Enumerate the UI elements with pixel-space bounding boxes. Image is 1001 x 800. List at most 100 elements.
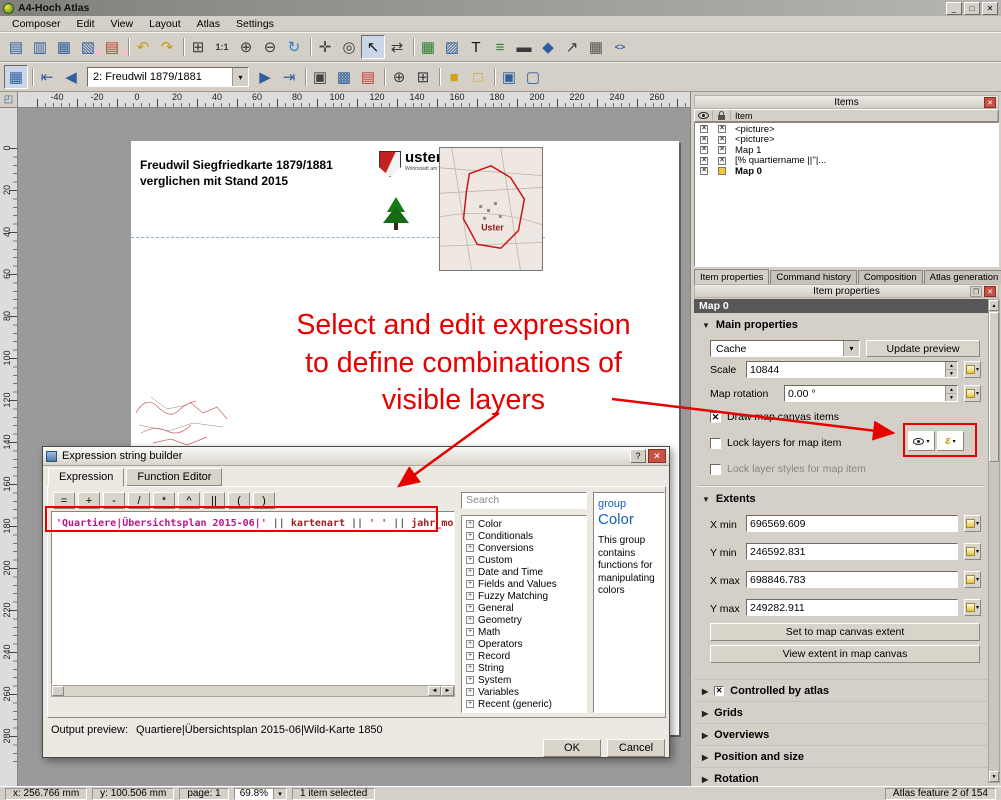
export-atlas-image-icon[interactable]: ▩ [332, 65, 356, 89]
close-button[interactable]: ✕ [982, 2, 998, 15]
section-position-size[interactable]: Position and size [694, 745, 988, 767]
scroll-left-icon[interactable] [428, 686, 441, 696]
function-group-item[interactable]: Variables [462, 686, 586, 698]
section-rotation[interactable]: Rotation [694, 767, 988, 783]
main-properties-section-header[interactable]: ▼ Main properties [702, 319, 798, 331]
operator-button[interactable]: - [103, 492, 125, 509]
add-arrow-icon[interactable]: ↗ [560, 35, 584, 59]
menu-view[interactable]: View [103, 17, 142, 31]
items-panel-header[interactable]: Items ✕ [694, 95, 999, 109]
new-composition-icon[interactable]: ▥ [28, 35, 52, 59]
select-move-item-icon[interactable]: ↖ [361, 35, 385, 59]
add-legend-icon[interactable]: ≡ [488, 35, 512, 59]
expand-icon[interactable] [466, 556, 474, 564]
duplicate-composition-icon[interactable]: ▦ [52, 35, 76, 59]
menu-composer[interactable]: Composer [4, 17, 68, 31]
function-group-item[interactable]: General [462, 602, 586, 614]
extent-field-input[interactable]: 249282.911 [746, 599, 958, 616]
scroll-right-icon[interactable] [441, 686, 454, 696]
expand-icon[interactable] [466, 688, 474, 696]
export-as-pdf-icon[interactable]: ▤ [100, 35, 124, 59]
visibility-checkbox[interactable]: ✕ [700, 167, 708, 175]
zoom-tool-icon[interactable]: ◎ [337, 35, 361, 59]
view-extent-button[interactable]: View extent in map canvas [710, 645, 980, 663]
maximize-button[interactable]: □ [964, 2, 980, 15]
expand-icon[interactable] [466, 604, 474, 612]
cache-mode-combo[interactable]: Cache [710, 340, 860, 357]
chevron-down-icon[interactable] [273, 789, 286, 799]
expression-editor[interactable]: 'Quartiere|Übersichtsplan 2015-06|' || k… [51, 511, 455, 685]
function-search-input[interactable]: Search [461, 492, 587, 509]
function-group-item[interactable]: Color [462, 518, 586, 530]
group-items-icon[interactable]: ▣ [497, 65, 521, 89]
add-attribute-table-icon[interactable]: ▦ [584, 35, 608, 59]
menu-edit[interactable]: Edit [68, 17, 102, 31]
title-bar[interactable]: A4-Hoch Atlas _ □ ✕ [0, 0, 1001, 16]
chevron-down-icon[interactable] [232, 68, 248, 86]
spinner[interactable] [945, 362, 957, 377]
zoom-full-atlas-icon[interactable]: ⊞ [411, 65, 435, 89]
set-extent-button[interactable]: Set to map canvas extent [710, 623, 980, 641]
visibility-checkbox[interactable]: ✕ [700, 157, 708, 165]
function-group-item[interactable]: Math [462, 626, 586, 638]
expand-icon[interactable] [466, 520, 474, 528]
extent-field-input[interactable]: 246592.831 [746, 543, 958, 560]
expand-icon[interactable] [466, 592, 474, 600]
atlas-prev-feature-icon[interactable]: ◀ [59, 65, 83, 89]
expand-icon[interactable] [466, 568, 474, 576]
item-properties-panel-header[interactable]: Item properties ❐ ✕ [694, 284, 999, 298]
lock-checkbox[interactable]: ✕ [718, 146, 726, 154]
print-atlas-icon[interactable]: ▣ [308, 65, 332, 89]
move-item-content-icon[interactable]: ⇄ [385, 35, 409, 59]
function-group-item[interactable]: Record [462, 650, 586, 662]
lock-layers-checkbox[interactable] [710, 438, 721, 449]
zoom-full-icon[interactable]: ⊞ [186, 35, 210, 59]
atlas-feature-combo[interactable]: 2: Freudwil 1879/1881 [87, 67, 249, 87]
tab-atlas-generation[interactable]: Atlas generation [924, 270, 1001, 284]
function-group-item[interactable]: Recent (generic) [462, 698, 586, 710]
operator-button[interactable]: / [128, 492, 150, 509]
items-list-row[interactable]: ✕ ✕ [% quartiername ||''|... [695, 156, 998, 167]
extent-data-defined-button[interactable] [964, 599, 981, 616]
ok-button[interactable]: OK [543, 739, 601, 757]
composer-manager-icon[interactable]: ▧ [76, 35, 100, 59]
function-group-item[interactable]: Fuzzy Matching [462, 590, 586, 602]
function-group-item[interactable]: Conversions [462, 542, 586, 554]
expand-icon[interactable] [466, 616, 474, 624]
expand-icon[interactable] [466, 532, 474, 540]
item-column-header[interactable]: Item [731, 110, 998, 121]
add-label-icon[interactable]: T [464, 35, 488, 59]
lock-layer-styles-checkbox[interactable] [710, 464, 721, 475]
tab-composition[interactable]: Composition [858, 270, 923, 284]
section-overviews[interactable]: Overviews [694, 723, 988, 745]
chevron-down-icon[interactable] [843, 341, 859, 356]
visible-layers-button[interactable] [908, 431, 935, 451]
extent-data-defined-button[interactable] [964, 515, 981, 532]
lock-checkbox[interactable]: ✕ [718, 136, 726, 144]
operator-button[interactable]: ^ [178, 492, 200, 509]
items-list-row[interactable]: ✕ ✕ <picture> [695, 135, 998, 146]
menu-settings[interactable]: Settings [228, 17, 282, 31]
operator-button[interactable]: * [153, 492, 175, 509]
ungroup-items-icon[interactable]: ▢ [521, 65, 545, 89]
items-panel-close-icon[interactable]: ✕ [984, 97, 996, 108]
scale-input[interactable]: 10844 [746, 361, 958, 378]
operator-button[interactable]: + [78, 492, 100, 509]
section-grids[interactable]: Grids [694, 701, 988, 723]
expand-icon[interactable] [466, 544, 474, 552]
function-group-item[interactable]: Conditionals [462, 530, 586, 542]
overview-map-item[interactable]: Uster [439, 147, 543, 271]
zoom-out-icon[interactable]: ⊖ [258, 35, 282, 59]
map-rotation-input[interactable]: 0.00 ° [784, 385, 958, 402]
extent-field-input[interactable]: 698846.783 [746, 571, 958, 588]
dialog-close-button[interactable]: ✕ [648, 449, 666, 463]
tab-command-history[interactable]: Command history [770, 270, 856, 284]
draw-canvas-items-checkbox[interactable]: ✕ [710, 412, 721, 423]
items-list-row[interactable]: ✕ ✕ Map 1 [695, 145, 998, 156]
cancel-button[interactable]: Cancel [607, 739, 665, 757]
zoom-in-icon[interactable]: ⊕ [234, 35, 258, 59]
lock-layers-expression-button[interactable] [937, 431, 964, 451]
add-shape-icon[interactable]: ◆ [536, 35, 560, 59]
zoom-in-atlas-icon[interactable]: ⊕ [387, 65, 411, 89]
lock-checkbox[interactable] [718, 167, 726, 175]
